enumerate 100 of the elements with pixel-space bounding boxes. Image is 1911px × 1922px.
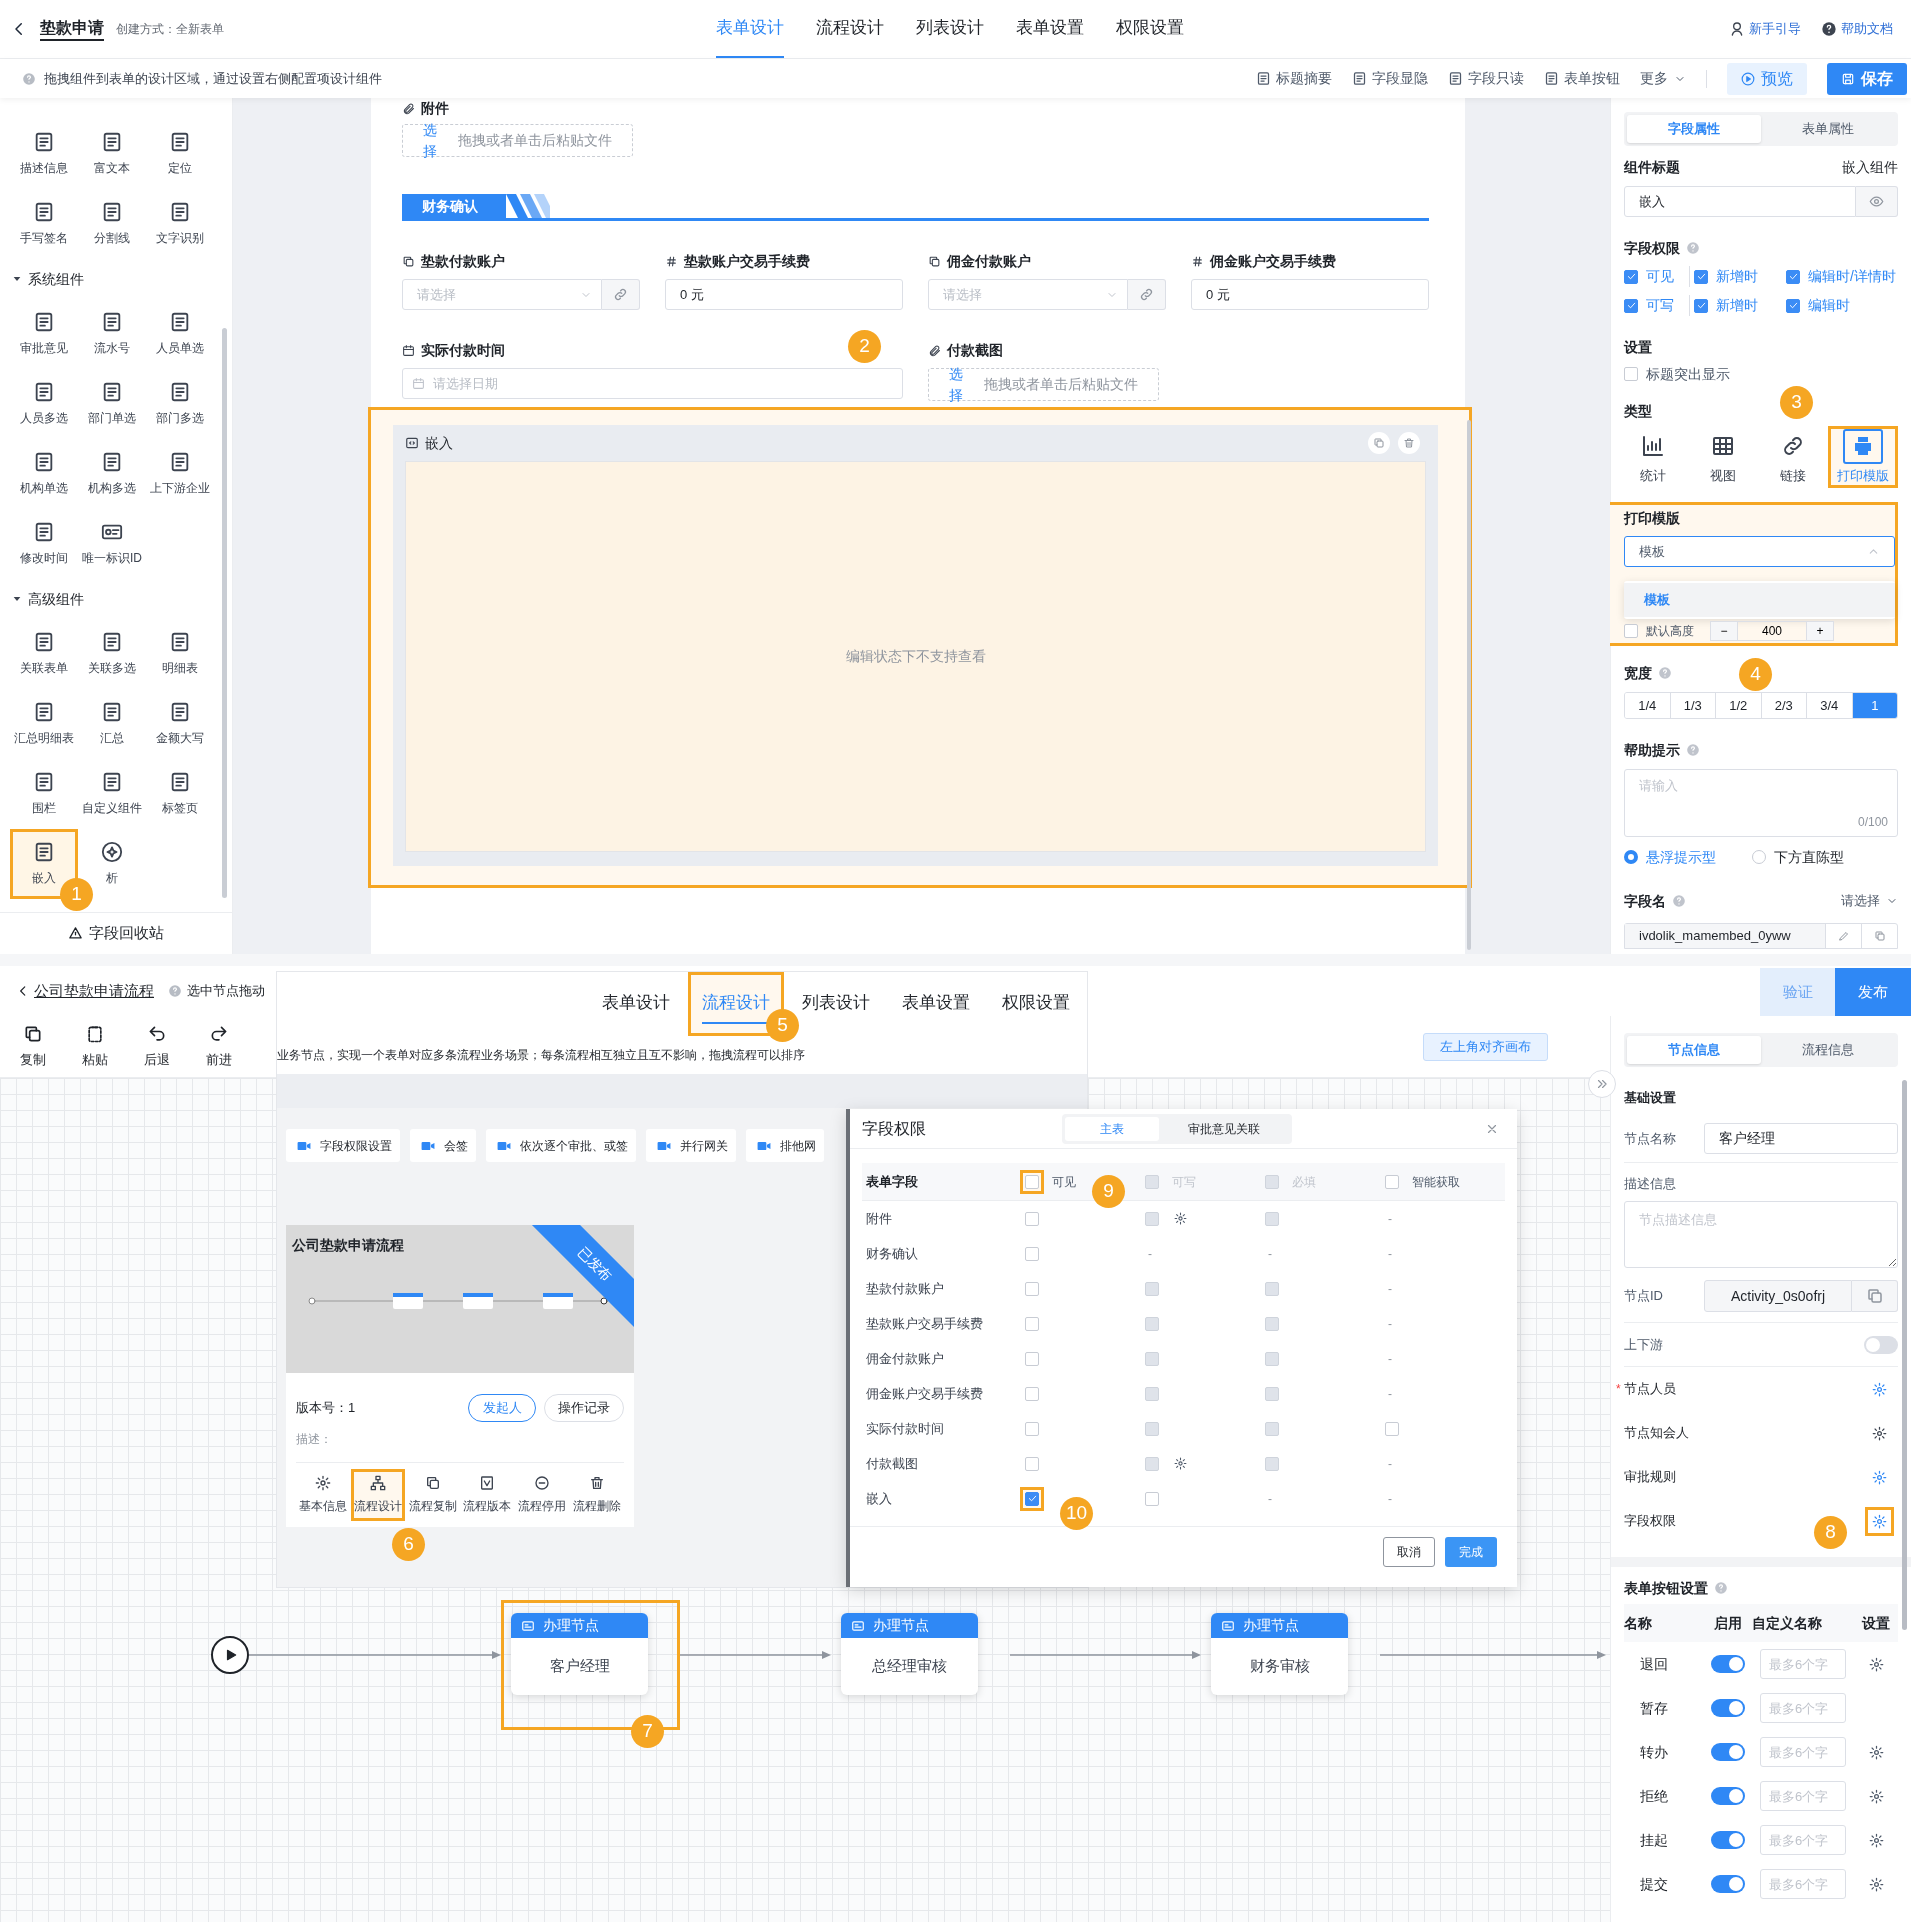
- component-item[interactable]: 自定义组件: [78, 759, 146, 829]
- settings-button[interactable]: [1868, 1788, 1884, 1804]
- type-option[interactable]: 视图: [1688, 426, 1758, 488]
- component-item[interactable]: 明细表: [146, 619, 214, 689]
- checkbox[interactable]: [1025, 1456, 1039, 1471]
- description-field[interactable]: 节点描述信息: [1624, 1201, 1898, 1268]
- custom-name-field[interactable]: 最多6个字: [1760, 1781, 1846, 1811]
- component-item[interactable]: 上下游企业: [146, 439, 214, 509]
- tab[interactable]: 权限设置: [988, 972, 1084, 1036]
- component-item[interactable]: 富文本: [78, 119, 146, 189]
- number-field[interactable]: 0 元: [665, 279, 903, 310]
- component-item[interactable]: 关联表单: [10, 619, 78, 689]
- checkbox[interactable]: [1025, 1211, 1039, 1226]
- toolbar-button[interactable]: 粘贴: [64, 1023, 126, 1070]
- toggle-switch[interactable]: [1711, 1831, 1745, 1849]
- tutorial-video-chip[interactable]: 依次逐个审批、或签: [486, 1129, 636, 1162]
- toggle-switch[interactable]: [1864, 1335, 1898, 1354]
- more-menu[interactable]: 更多: [1640, 68, 1686, 89]
- checkbox[interactable]: [1025, 1351, 1039, 1366]
- toolbar-button[interactable]: 复制: [2, 1023, 64, 1070]
- component-item[interactable]: 描述信息: [10, 119, 78, 189]
- checkbox[interactable]: [1025, 1316, 1039, 1331]
- help-link[interactable]: 新手引导: [1729, 19, 1801, 39]
- flow-node[interactable]: 办理节点 财务审核: [1211, 1613, 1348, 1695]
- component-item[interactable]: 人员多选: [10, 369, 78, 439]
- type-option[interactable]: 链接: [1758, 426, 1828, 488]
- card-action[interactable]: 流程删除: [569, 1469, 624, 1521]
- save-button[interactable]: 保存: [1827, 62, 1907, 95]
- card-action[interactable]: 流程复制: [405, 1469, 460, 1521]
- settings-button[interactable]: [1868, 1876, 1884, 1892]
- component-item[interactable]: 关联多选: [78, 619, 146, 689]
- tab[interactable]: 列表设计: [916, 0, 984, 58]
- panel-tab[interactable]: 节点信息: [1627, 1036, 1761, 1064]
- cancel-button[interactable]: 取消: [1383, 1537, 1435, 1567]
- tutorial-video-chip[interactable]: 排他网: [746, 1129, 824, 1162]
- settings-button[interactable]: [1865, 1506, 1894, 1536]
- component-item[interactable]: 流水号: [78, 299, 146, 369]
- embed-component[interactable]: 嵌入 编辑状态下不支持查看: [368, 407, 1472, 888]
- width-option[interactable]: 1: [1852, 693, 1897, 718]
- upload-area[interactable]: 选择 拖拽或者单击后粘贴文件: [402, 124, 633, 157]
- toggle-switch[interactable]: [1711, 1875, 1745, 1893]
- checkbox[interactable]: [1694, 298, 1708, 313]
- checkbox[interactable]: [1025, 1421, 1039, 1436]
- decrement-button[interactable]: −: [1711, 622, 1737, 640]
- toolbar-button[interactable]: 表单按钮: [1544, 68, 1620, 89]
- custom-name-field[interactable]: 最多6个字: [1760, 1869, 1846, 1899]
- custom-name-field[interactable]: 最多6个字: [1760, 1825, 1846, 1855]
- publish-button[interactable]: 发布: [1835, 968, 1911, 1016]
- radio-button[interactable]: [1624, 850, 1638, 864]
- tab[interactable]: 表单设计: [588, 972, 684, 1036]
- flow-node[interactable]: 办理节点 客户经理: [511, 1613, 648, 1695]
- checkbox[interactable]: [1624, 367, 1638, 381]
- component-item[interactable]: 定位: [146, 119, 214, 189]
- toolbar-button[interactable]: 后退: [126, 1023, 188, 1070]
- tab[interactable]: 表单设置: [1016, 0, 1084, 58]
- checkbox[interactable]: [1025, 1491, 1039, 1506]
- increment-button[interactable]: +: [1807, 622, 1833, 640]
- checkbox[interactable]: [1624, 624, 1638, 638]
- checkbox[interactable]: [1385, 1174, 1399, 1189]
- component-item[interactable]: 人员单选: [146, 299, 214, 369]
- checkbox[interactable]: [1385, 1421, 1399, 1436]
- toolbar-button[interactable]: 标题摘要: [1256, 68, 1332, 89]
- component-item[interactable]: 机构单选: [10, 439, 78, 509]
- toggle-switch[interactable]: [1711, 1743, 1745, 1761]
- card-action[interactable]: 基本信息: [296, 1469, 351, 1521]
- custom-name-field[interactable]: 最多6个字: [1760, 1693, 1846, 1723]
- component-item[interactable]: 分割线: [78, 189, 146, 259]
- card-action[interactable]: 流程设计: [350, 1469, 406, 1521]
- card-action[interactable]: 流程版本: [460, 1469, 515, 1521]
- custom-name-field[interactable]: 最多6个字: [1760, 1649, 1846, 1679]
- number-field[interactable]: 0 元: [1191, 279, 1429, 310]
- copy-button[interactable]: [1368, 432, 1390, 454]
- checkbox[interactable]: [1786, 269, 1800, 284]
- checkbox[interactable]: [1145, 1491, 1159, 1506]
- checkbox[interactable]: [1624, 269, 1638, 284]
- component-item[interactable]: 部门多选: [146, 369, 214, 439]
- copy-button[interactable]: [1852, 1280, 1898, 1312]
- upload-area[interactable]: 选择 拖拽或者单击后粘贴文件: [928, 368, 1159, 401]
- width-option[interactable]: 1/4: [1625, 693, 1671, 718]
- checkbox[interactable]: [1624, 298, 1638, 313]
- component-item[interactable]: 审批意见: [10, 299, 78, 369]
- delete-button[interactable]: [1398, 432, 1420, 454]
- date-field[interactable]: 请选择日期: [402, 368, 903, 399]
- component-item[interactable]: 手写签名: [10, 189, 78, 259]
- component-item[interactable]: 标签页: [146, 759, 214, 829]
- recycle-bin-button[interactable]: 字段回收站: [0, 912, 232, 954]
- toolbar-button[interactable]: 字段只读: [1448, 68, 1524, 89]
- settings-button[interactable]: [1868, 1656, 1884, 1672]
- select-field[interactable]: 请选择: [928, 279, 1128, 310]
- toggle-switch[interactable]: [1711, 1655, 1745, 1673]
- component-item[interactable]: 汇总: [78, 689, 146, 759]
- component-item[interactable]: 围栏: [10, 759, 78, 829]
- panel-tab[interactable]: 字段属性: [1627, 115, 1761, 143]
- checkbox[interactable]: [1025, 1281, 1039, 1296]
- tab[interactable]: 权限设置: [1116, 0, 1184, 58]
- checkbox[interactable]: [1694, 269, 1708, 284]
- component-item[interactable]: 部门单选: [78, 369, 146, 439]
- tutorial-video-chip[interactable]: 会签: [410, 1129, 476, 1162]
- toggle-switch[interactable]: [1711, 1787, 1745, 1805]
- link-button[interactable]: [602, 279, 640, 310]
